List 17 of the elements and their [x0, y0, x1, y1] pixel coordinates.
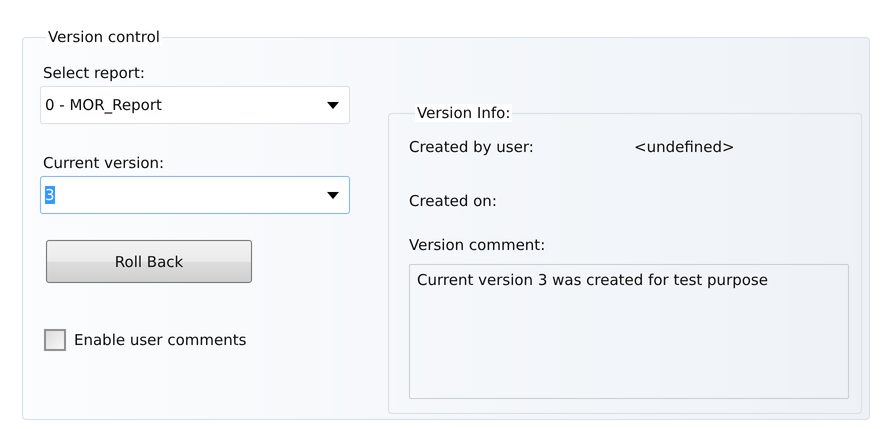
- checkbox-label: Enable user comments: [74, 331, 246, 349]
- info-label: Created by user:: [409, 138, 535, 156]
- info-value: <undefined>: [634, 138, 736, 156]
- checkbox[interactable]: [44, 329, 66, 351]
- dropdown[interactable]: 0 - MOR_Report: [40, 86, 350, 124]
- info-title: Version Info:: [415, 104, 512, 122]
- dropdown-value: 3: [45, 186, 55, 204]
- roll-back-button[interactable]: Roll Back: [46, 240, 252, 283]
- dropdown-arrow-icon: [327, 192, 339, 198]
- comment-box: Current version 3 was created for test purpose: [409, 264, 849, 399]
- comment-label: Version comment:: [409, 236, 546, 254]
- dropdown-arrow-icon: [327, 102, 339, 108]
- info-label: Created on:: [409, 192, 498, 210]
- field-label: Select report:: [43, 64, 146, 82]
- group-title: Version control: [46, 28, 162, 46]
- dropdown-value: 0 - MOR_Report: [45, 96, 162, 114]
- field-label: Current version:: [43, 154, 166, 172]
